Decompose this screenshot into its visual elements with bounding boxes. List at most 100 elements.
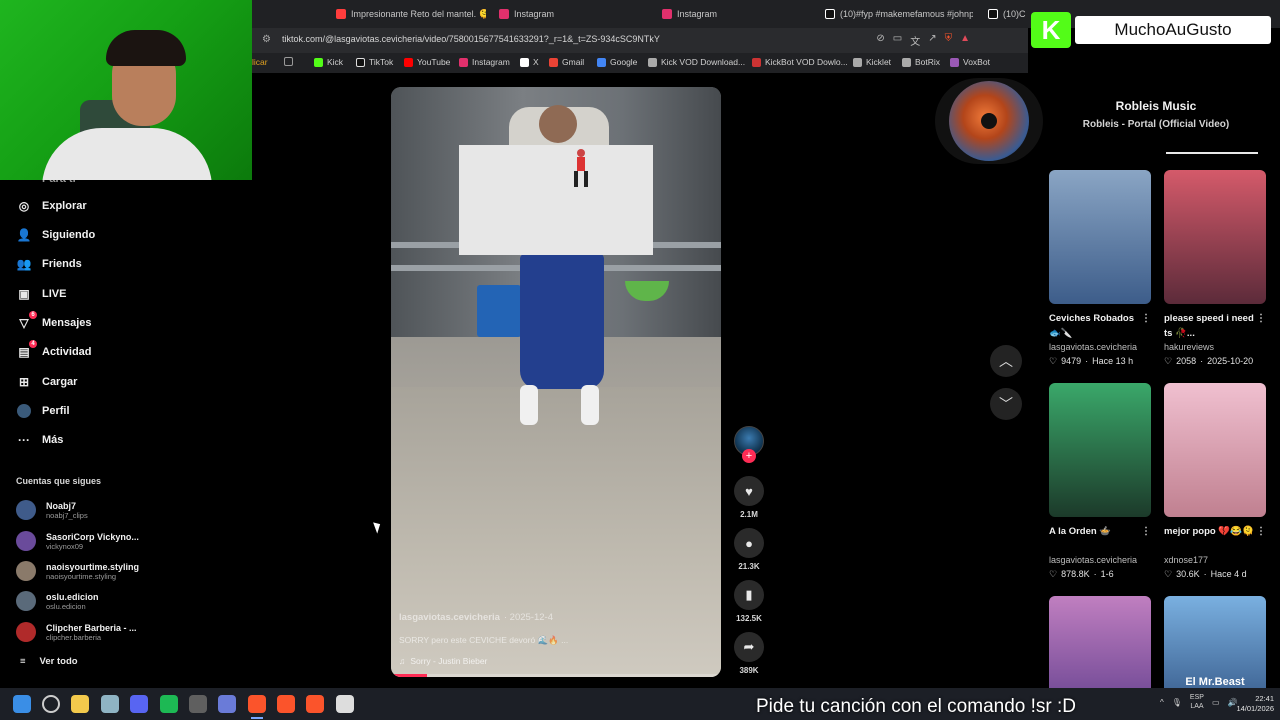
bookmark-x[interactable]: X (520, 57, 539, 67)
translate-icon[interactable]: 文 (910, 33, 920, 48)
video-player[interactable]: lasgaviotas.cevicheria · 2025-12-4 SORRY … (391, 87, 721, 677)
video-thumbnail[interactable]: El Mr.Beast (1164, 596, 1266, 688)
windows-start-icon[interactable] (13, 695, 31, 713)
chevron-up-icon: ︿ (999, 353, 1013, 369)
app-icon[interactable] (218, 695, 236, 713)
video-thumbnail[interactable] (1164, 383, 1266, 517)
share-button[interactable]: ➦ 389K (730, 632, 768, 675)
thumbnail-text: El Mr.Beast (1185, 676, 1245, 688)
video-card[interactable]: A la Orden 🍲 ⋮ lasgaviotas.cevicheria ♡ 87… (1049, 383, 1151, 581)
save-button[interactable]: ▮ 132.5K (730, 580, 768, 623)
language-indicator[interactable]: ESP LAA (1190, 693, 1204, 711)
brave-icon[interactable] (277, 695, 295, 713)
video-card[interactable]: El Mr.Beast (1164, 596, 1266, 688)
video-card[interactable]: please speed i need ts 🥀... ⋮ hakureviews… (1164, 170, 1266, 368)
network-icon[interactable]: ▭ (1212, 698, 1220, 707)
card-author[interactable]: xdnose177 (1164, 554, 1266, 567)
site-settings-icon[interactable]: ⚙ (262, 34, 274, 46)
youtube-icon (336, 9, 346, 19)
brave-icon[interactable] (248, 695, 266, 713)
card-author[interactable]: lasgaviotas.cevicheria (1049, 341, 1151, 354)
obs-icon[interactable] (101, 695, 119, 713)
notes-icon[interactable] (336, 695, 354, 713)
like-button[interactable]: ♥ 2.1M (730, 476, 768, 519)
video-card[interactable]: mejor popo 💔😂🫠 ⋮ xdnose177 ♡ 30.6K · Hace 4 … (1164, 383, 1266, 581)
bookmark-instagram[interactable]: Instagram (459, 57, 510, 67)
video-thumbnail[interactable] (1049, 383, 1151, 517)
bookmark-kickbot-vod[interactable]: KickBot VOD Dowlo... (752, 57, 848, 67)
apps-grid-icon[interactable] (284, 57, 293, 66)
bookmark-kick-vod[interactable]: Kick VOD Download... (648, 57, 745, 67)
video-author[interactable]: lasgaviotas.cevicheria · 2025-12-4 (399, 612, 553, 623)
next-video-button[interactable]: ﹀ (990, 388, 1022, 420)
video-card[interactable]: Ceviches Robados 🐟🔪 ⋮ lasgaviotas.ceviche… (1049, 170, 1151, 368)
browser-tab[interactable]: Impresionante Reto del mantel. 🫠 # (336, 5, 486, 23)
video-thumbnail[interactable] (1049, 596, 1151, 688)
search-icon[interactable] (42, 695, 60, 713)
see-all-link[interactable]: ≡ Ver todo (20, 656, 78, 667)
previous-video-button[interactable]: ︿ (990, 345, 1022, 377)
brave-rewards-icon[interactable]: ▲ (960, 33, 970, 48)
nav-item-perfil[interactable]: Perfil (16, 400, 70, 422)
browser-tab[interactable]: Instagram (662, 5, 802, 23)
bookmark-kicklet[interactable]: Kicklet (853, 57, 891, 67)
cast-icon[interactable]: ▭ (893, 33, 902, 48)
tray-expand-icon[interactable]: ^ (1160, 698, 1164, 707)
nav-item-mas[interactable]: ··· Más (16, 429, 63, 451)
chrome-icon[interactable] (189, 695, 207, 713)
url-text[interactable]: tiktok.com/@lasgaviotas.cevicheria/video… (282, 34, 660, 44)
taskbar-clock[interactable]: 22:41 14/01/2026 (1222, 694, 1274, 714)
more-options-icon[interactable]: ⋮ (1256, 311, 1266, 326)
avatar (16, 591, 36, 611)
more-options-icon[interactable]: ⋮ (1141, 311, 1151, 326)
video-music[interactable]: ♫ Sorry - Justin Bieber (399, 656, 487, 666)
card-author[interactable]: hakureviews (1164, 341, 1266, 354)
video-caption: SORRY pero este CEVICHE devoró 🌊🔥 ... (399, 635, 569, 645)
bookmark-kick[interactable]: Kick (314, 57, 343, 67)
nav-item-cargar[interactable]: ⊞ Cargar (16, 371, 78, 393)
nav-item-siguiendo[interactable]: 👤 Siguiendo (16, 224, 96, 246)
bookmark-youtube[interactable]: YouTube (404, 57, 450, 67)
address-bar[interactable]: ⚙ tiktok.com/@lasgaviotas.cevicheria/vid… (252, 28, 1028, 53)
file-explorer-icon[interactable] (71, 695, 89, 713)
discord-icon[interactable] (130, 695, 148, 713)
nav-item-friends[interactable]: 👥 Friends (16, 253, 82, 275)
brave-shield-icon[interactable]: ⛨ (945, 33, 953, 48)
bookmark-botrix[interactable]: BotRix (902, 57, 940, 67)
brave-icon[interactable] (306, 695, 324, 713)
nav-item-actividad[interactable]: ▤ 4 Actividad (16, 340, 92, 363)
card-author[interactable]: lasgaviotas.cevicheria (1049, 554, 1151, 567)
bookmark-google[interactable]: Google (597, 57, 637, 67)
video-thumbnail[interactable] (1049, 170, 1151, 304)
nav-item-live[interactable]: ▣ LIVE (16, 283, 66, 305)
video-progress-bar[interactable] (391, 674, 721, 677)
no-tracking-icon[interactable]: ⊘ (876, 33, 884, 48)
following-account[interactable]: naoisyourtime.styling naoisyourtime.styli… (16, 558, 139, 584)
following-account[interactable]: Clipcher Barberia - ... clipcher.barberia (16, 619, 137, 645)
comment-button[interactable]: ● 21.3K (730, 528, 768, 571)
share-icon[interactable]: ↗ (928, 33, 936, 48)
video-thumbnail[interactable] (1164, 170, 1266, 304)
video-card[interactable] (1049, 596, 1151, 688)
profile-icon (16, 403, 32, 419)
browser-tab-active[interactable]: (10)C (988, 5, 1032, 23)
browser-tab[interactable]: Instagram (499, 5, 639, 23)
nav-item-mensajes[interactable]: ▽ 6 Mensajes (16, 311, 92, 334)
more-options-icon[interactable]: ⋮ (1141, 524, 1151, 539)
bookmark-gmail[interactable]: Gmail (549, 57, 584, 67)
bookmark-voxbot[interactable]: VoxBot (950, 57, 990, 67)
bookmark-tiktok[interactable]: TikTok (356, 57, 393, 67)
dancer-sticker (574, 149, 588, 187)
browser-tab[interactable]: (10)#fyp #makemefamous #johnpo (825, 5, 973, 23)
spotify-icon[interactable] (160, 695, 178, 713)
more-options-icon[interactable]: ⋮ (1256, 524, 1266, 539)
following-account[interactable]: Noabj7 noabj7_clips (16, 497, 88, 523)
nav-item-explorar[interactable]: ◎ Explorar (16, 195, 87, 217)
microphone-icon[interactable]: 🎙 (1172, 698, 1182, 707)
instagram-icon (499, 9, 509, 19)
x-icon (520, 57, 529, 67)
bookmark-item[interactable]: licar (252, 57, 268, 67)
following-account[interactable]: SasoriCorp Vickyno... vickynox09 (16, 528, 139, 554)
following-account[interactable]: oslu.edicion oslu.edicion (16, 588, 99, 614)
follow-plus-icon[interactable]: + (742, 449, 756, 463)
